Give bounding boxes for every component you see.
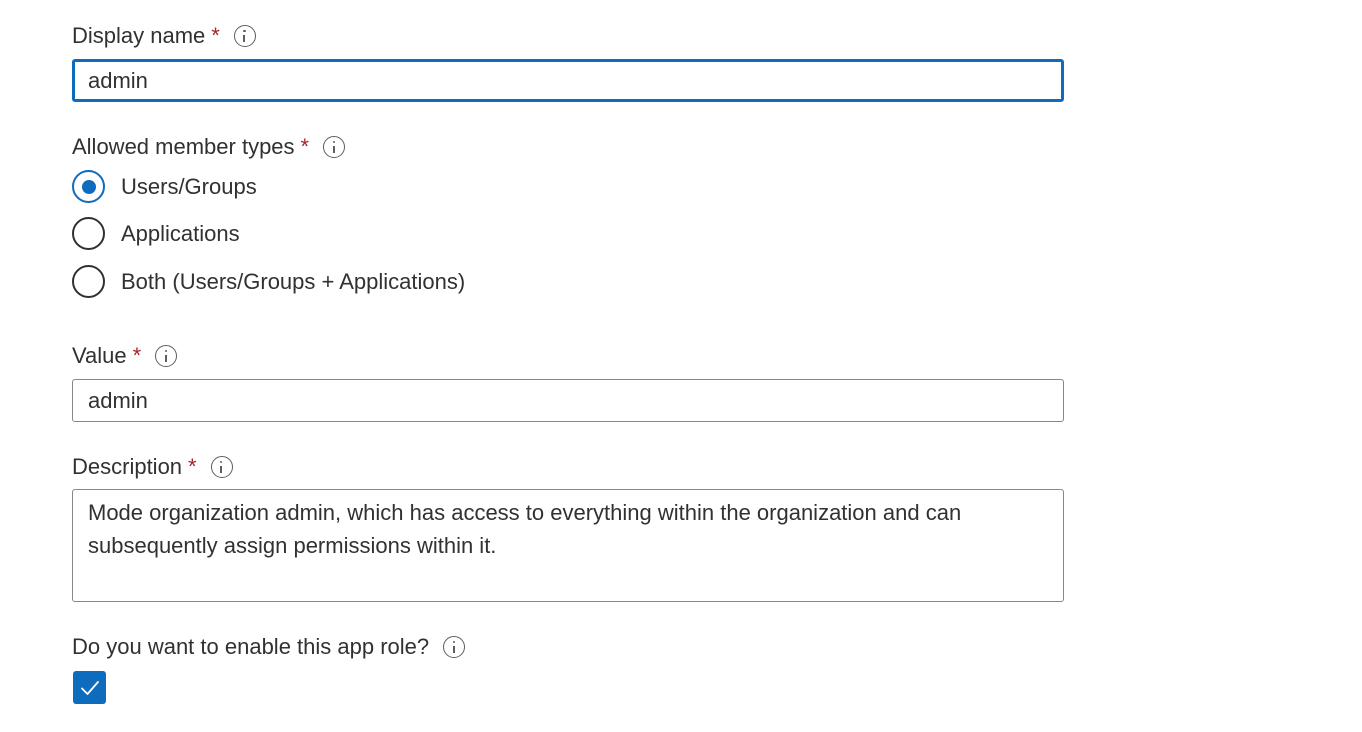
- radio-applications[interactable]: Applications: [72, 217, 240, 250]
- description-textarea[interactable]: Mode organization admin, which has acces…: [72, 489, 1064, 602]
- value-input[interactable]: admin: [72, 379, 1064, 422]
- radio-label: Both (Users/Groups + Applications): [121, 268, 466, 294]
- info-icon[interactable]: [210, 456, 233, 478]
- radio-both[interactable]: Both (Users/Groups + Applications): [72, 265, 465, 298]
- value-label-row: Value *: [72, 342, 178, 370]
- description-label: Description: [72, 454, 183, 479]
- required-asterisk: *: [188, 454, 197, 479]
- radio-label: Users/Groups: [121, 173, 257, 199]
- display-name-input[interactable]: admin: [72, 59, 1064, 102]
- value-input-value: admin: [88, 387, 148, 413]
- radio-empty-icon[interactable]: [72, 265, 105, 298]
- enable-role-label-row: Do you want to enable this app role?: [72, 633, 466, 661]
- value-label: Value: [72, 343, 127, 368]
- enable-role-checkbox[interactable]: [73, 671, 106, 704]
- required-asterisk: *: [211, 23, 220, 48]
- info-icon[interactable]: [155, 345, 178, 367]
- description-label-row: Description *: [72, 453, 233, 481]
- member-types-label-row: Allowed member types *: [72, 133, 346, 161]
- info-icon[interactable]: [233, 25, 256, 47]
- radio-empty-icon[interactable]: [72, 217, 105, 250]
- checkmark-icon: [80, 680, 99, 695]
- display-name-label: Display name: [72, 23, 206, 48]
- radio-selected-icon[interactable]: [72, 170, 105, 203]
- display-name-value: admin: [88, 67, 148, 93]
- member-types-label: Allowed member types: [72, 134, 295, 159]
- info-icon[interactable]: [443, 636, 466, 658]
- radio-label: Applications: [121, 220, 240, 246]
- required-asterisk: *: [132, 343, 142, 368]
- info-icon[interactable]: [323, 136, 346, 158]
- required-asterisk: *: [300, 134, 310, 159]
- radio-users-groups[interactable]: Users/Groups: [72, 170, 257, 203]
- display-name-label-row: Display name *: [72, 22, 256, 50]
- enable-role-label: Do you want to enable this app role?: [72, 634, 430, 659]
- description-value: Mode organization admin, which has acces…: [88, 500, 962, 558]
